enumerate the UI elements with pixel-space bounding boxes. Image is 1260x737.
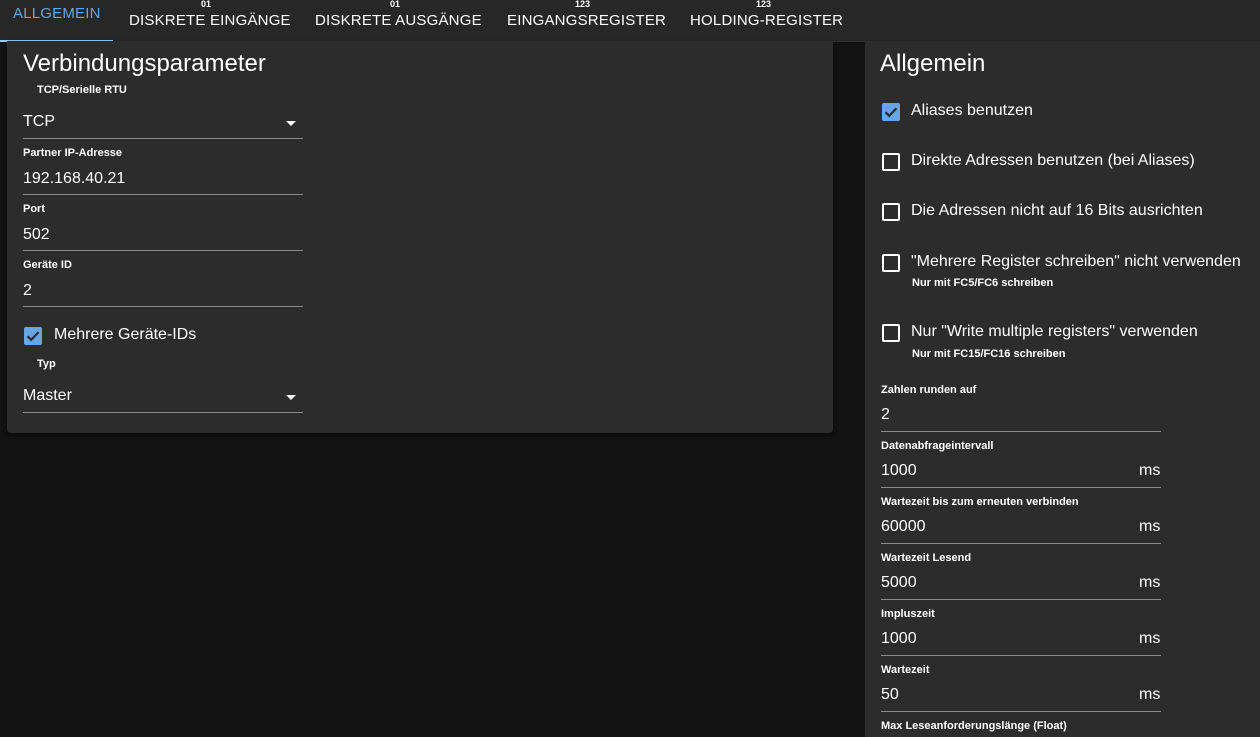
general-panel: Allgemein Aliases benutzen Direkte Adres… <box>865 41 1260 737</box>
tab-label: EINGANGSREGISTER <box>507 12 667 29</box>
max-read-length-label: Max Leseanforderungslänge (Float) <box>881 720 1067 732</box>
check-icon <box>884 107 898 118</box>
field-underline <box>23 306 303 307</box>
field-underline <box>881 431 1161 432</box>
checkbox-label: Aliases benutzen <box>911 102 1033 119</box>
round-input[interactable]: 2 <box>881 406 890 424</box>
binary-icon: 01 <box>389 0 400 9</box>
tab-label: DISKRETE AUSGÄNGE <box>315 12 482 29</box>
field-underline <box>881 487 1161 488</box>
aliases-checkbox[interactable] <box>882 103 900 121</box>
pulse-time-label: Impluszeit <box>881 608 935 620</box>
ip-input[interactable]: 192.168.40.21 <box>23 170 125 188</box>
numeric-icon: 123 <box>574 0 591 9</box>
poll-interval-input[interactable]: 1000 <box>881 462 917 480</box>
field-underline <box>881 543 1161 544</box>
panel-title: Allgemein <box>880 50 986 77</box>
reconnect-input[interactable]: 60000 <box>881 518 926 536</box>
field-underline <box>23 250 303 251</box>
tab-diskrete-eingaenge[interactable]: 01 DISKRETE EINGÄNGE <box>129 0 291 41</box>
type-select[interactable]: Master <box>23 381 303 413</box>
field-underline <box>881 599 1161 600</box>
field-underline <box>881 655 1161 656</box>
type-value: Master <box>23 387 72 404</box>
wait-time-label: Wartezeit <box>881 664 930 676</box>
multi-device-checkbox[interactable] <box>24 327 42 345</box>
mode-label: TCP/Serielle RTU <box>37 84 127 96</box>
tab-allgemein[interactable]: ALLGEMEIN <box>0 0 113 42</box>
wait-time-input[interactable]: 50 <box>881 686 899 704</box>
port-input[interactable]: 502 <box>23 226 50 244</box>
unit-label: ms <box>1139 686 1161 703</box>
multi-device-label: Mehrere Geräte-IDs <box>54 326 197 343</box>
checkbox-label: Nur "Write multiple registers" verwenden <box>911 323 1198 340</box>
checkbox-label: Direkte Adressen benutzen (bei Aliases) <box>911 152 1195 169</box>
mode-value: TCP <box>23 113 55 130</box>
numeric-icon: 123 <box>755 0 772 9</box>
direct-addresses-checkbox[interactable] <box>882 153 900 171</box>
tab-label: HOLDING-REGISTER <box>690 12 844 29</box>
type-label: Typ <box>37 358 56 370</box>
field-underline <box>881 711 1161 712</box>
reconnect-label: Wartezeit bis zum erneuten verbinden <box>881 496 1079 508</box>
tab-bar: ALLGEMEIN 01 DISKRETE EINGÄNGE 01 DISKRE… <box>0 0 1260 42</box>
unit-label: ms <box>1139 462 1161 479</box>
field-underline <box>23 194 303 195</box>
tab-holding-register[interactable]: 123 HOLDING-REGISTER <box>690 0 843 41</box>
connection-panel: Verbindungsparameter TCP/Serielle RTU TC… <box>7 41 833 433</box>
tab-label: ALLGEMEIN <box>13 5 101 22</box>
unit-label: ms <box>1139 574 1161 591</box>
pulse-time-input[interactable]: 1000 <box>881 630 917 648</box>
panel-title: Verbindungsparameter <box>23 50 266 77</box>
ip-label: Partner IP-Adresse <box>23 147 123 159</box>
only-multi-write-checkbox[interactable] <box>882 324 900 342</box>
checkbox-label: "Mehrere Register schreiben" nicht verwe… <box>911 253 1241 270</box>
no-multi-write-checkbox[interactable] <box>882 254 900 272</box>
field-underline <box>23 138 303 139</box>
checkbox-label: Die Adressen nicht auf 16 Bits ausrichte… <box>911 202 1203 219</box>
round-label: Zahlen runden auf <box>881 384 977 396</box>
chevron-down-icon <box>286 121 296 126</box>
mode-select[interactable]: TCP <box>23 107 303 139</box>
check-icon <box>26 331 40 342</box>
no-align-checkbox[interactable] <box>882 203 900 221</box>
read-timeout-input[interactable]: 5000 <box>881 574 917 592</box>
poll-interval-label: Datenabfrageintervall <box>881 440 994 452</box>
tab-label: DISKRETE EINGÄNGE <box>129 12 291 29</box>
tab-diskrete-ausgaenge[interactable]: 01 DISKRETE AUSGÄNGE <box>315 0 482 41</box>
field-underline <box>23 412 303 413</box>
chevron-down-icon <box>286 395 296 400</box>
checkbox-hint: Nur mit FC5/FC6 schreiben <box>912 277 1054 289</box>
port-label: Port <box>23 203 45 215</box>
device-id-input[interactable]: 2 <box>23 282 32 300</box>
device-id-label: Geräte ID <box>23 259 72 271</box>
read-timeout-label: Wartezeit Lesend <box>881 552 972 564</box>
tab-eingangsregister[interactable]: 123 EINGANGSREGISTER <box>507 0 666 41</box>
unit-label: ms <box>1139 518 1161 535</box>
checkbox-hint: Nur mit FC15/FC16 schreiben <box>912 348 1066 360</box>
binary-icon: 01 <box>200 0 211 9</box>
unit-label: ms <box>1139 630 1161 647</box>
